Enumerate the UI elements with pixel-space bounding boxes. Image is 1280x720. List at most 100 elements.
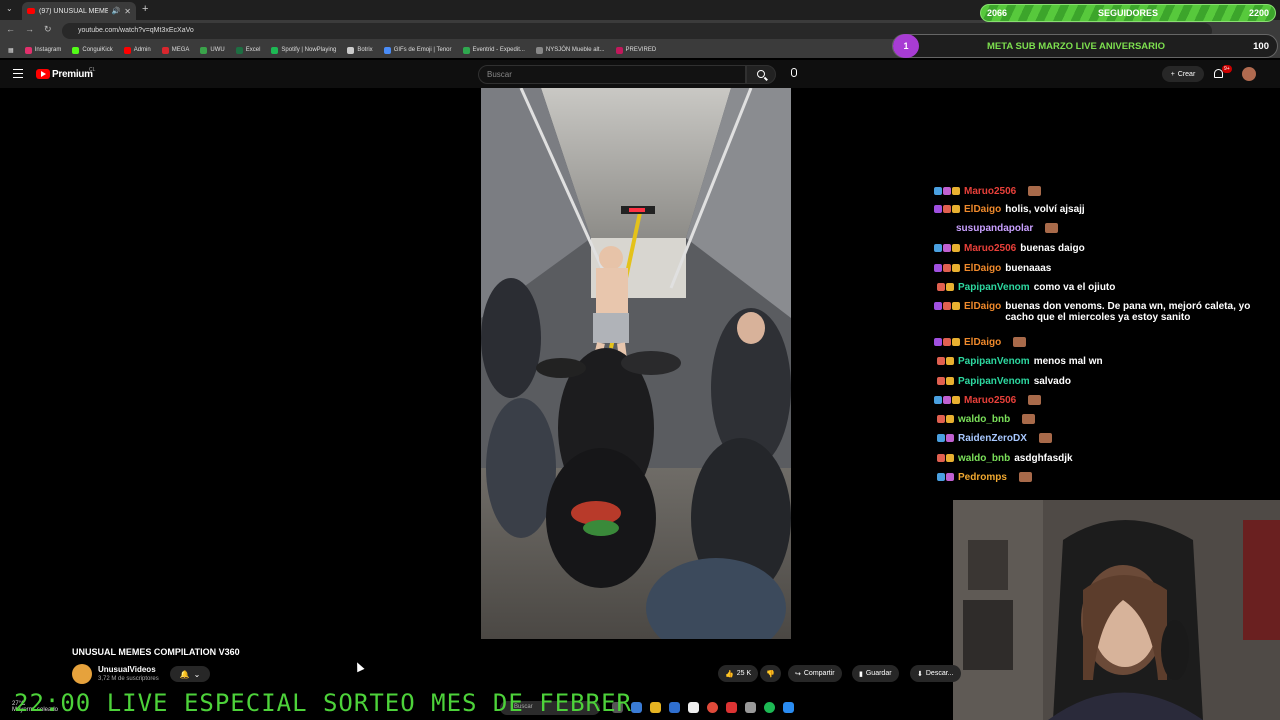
apps-icon[interactable]: ▦ bbox=[8, 47, 14, 54]
chat-text: menos mal wn bbox=[1034, 356, 1103, 367]
chat-username[interactable]: waldo_bnb bbox=[958, 414, 1010, 425]
thumbs-up-icon: 👍 bbox=[725, 670, 734, 678]
badge-icon bbox=[952, 244, 960, 252]
back-icon[interactable]: ← bbox=[6, 24, 15, 35]
badge-icon bbox=[943, 187, 951, 195]
emote-icon bbox=[1028, 186, 1042, 196]
chat-text: asdghfasdjk bbox=[1014, 453, 1072, 464]
emote-icon bbox=[1045, 223, 1059, 233]
plus-icon: + bbox=[1170, 70, 1175, 78]
search-button[interactable] bbox=[746, 65, 776, 84]
user-badges bbox=[934, 186, 960, 195]
spotify-icon[interactable] bbox=[764, 702, 775, 713]
store-icon[interactable] bbox=[669, 702, 680, 713]
youtube-logo-icon[interactable] bbox=[36, 69, 50, 79]
bookmark-favicon-icon bbox=[72, 46, 80, 54]
badge-icon bbox=[952, 396, 960, 404]
new-tab-button[interactable]: + bbox=[142, 3, 148, 15]
sub-goal-bar: 1 META SUB MARZO LIVE ANIVERSARIO 100 bbox=[892, 34, 1278, 58]
tab-title: (97) UNUSUAL MEMES CO... bbox=[39, 7, 108, 15]
bookmark-favicon-icon bbox=[123, 46, 131, 54]
reload-icon[interactable]: ↻ bbox=[44, 24, 52, 35]
bookmark-item[interactable]: NYSJÓN Mueble alt... bbox=[535, 46, 605, 54]
bookmark-label: Botrix bbox=[357, 47, 373, 53]
chrome-icon[interactable] bbox=[707, 702, 718, 713]
chat-username[interactable]: susupandapolar bbox=[956, 223, 1033, 234]
save-button[interactable]: ▮ Guardar bbox=[852, 665, 899, 682]
calendar-icon[interactable] bbox=[688, 702, 699, 713]
bookmark-item[interactable]: Botrix bbox=[347, 46, 373, 54]
create-button[interactable]: + Crear bbox=[1162, 66, 1204, 82]
app-blue-icon[interactable] bbox=[783, 702, 794, 713]
chat-username[interactable]: ElDaigo bbox=[964, 263, 1001, 274]
badge-icon bbox=[946, 283, 954, 291]
channel-name[interactable]: UnusualVideos bbox=[98, 665, 156, 674]
bookmark-item[interactable]: MEGA bbox=[161, 46, 189, 54]
hamburger-menu-icon[interactable] bbox=[13, 69, 23, 78]
close-tab-icon[interactable]: ✕ bbox=[124, 7, 131, 16]
chat-username[interactable]: Maruo2506 bbox=[964, 395, 1016, 406]
chat-username[interactable]: PapipanVenom bbox=[958, 376, 1030, 387]
like-button[interactable]: 👍 25 K bbox=[718, 665, 759, 682]
bookmark-item[interactable]: Instagram bbox=[24, 46, 61, 54]
video-frame-image bbox=[481, 88, 791, 639]
subscriber-count: 3,72 M de suscriptores bbox=[98, 676, 159, 682]
mouse-cursor-icon bbox=[353, 660, 365, 673]
channel-avatar[interactable] bbox=[72, 664, 92, 684]
bookmark-item[interactable]: ConguiKick bbox=[72, 46, 113, 54]
widgets-icon[interactable] bbox=[631, 702, 642, 713]
chat-username[interactable]: RaidenZeroDX bbox=[958, 433, 1027, 444]
file-explorer-icon[interactable] bbox=[650, 702, 661, 713]
badge-icon bbox=[934, 244, 942, 252]
microphone-icon[interactable] bbox=[791, 68, 797, 77]
stream-ticker: 22:00 LIVE ESPECIAL SORTEO MES DE FEBRER bbox=[14, 689, 632, 717]
bookmark-item[interactable]: GIFs de Emoji | Tenor bbox=[383, 46, 452, 54]
save-label: Guardar bbox=[865, 670, 892, 677]
sub-goal-number: 1 bbox=[893, 34, 919, 58]
search-input[interactable]: Buscar bbox=[478, 65, 746, 84]
bookmark-label: NYSJÓN Mueble alt... bbox=[545, 47, 605, 53]
chat-username[interactable]: Pedromps bbox=[958, 472, 1007, 483]
forward-icon[interactable]: → bbox=[25, 24, 34, 35]
chat-username[interactable]: waldo_bnb bbox=[958, 453, 1010, 464]
badge-icon bbox=[946, 454, 954, 462]
search-icon bbox=[757, 70, 765, 78]
app-red-icon[interactable] bbox=[726, 702, 737, 713]
badge-icon bbox=[946, 473, 954, 481]
download-button[interactable]: ⬇ Descar... bbox=[910, 665, 961, 682]
chat-message: Maruo2506 buenas daigo bbox=[934, 243, 1085, 254]
bookmark-item[interactable]: Eventrid - Expedit... bbox=[462, 46, 525, 54]
browser-tab-active[interactable]: (97) UNUSUAL MEMES CO... 🔊 ✕ bbox=[22, 2, 136, 20]
bookmark-item[interactable]: Spotify | NowPlaying bbox=[271, 46, 336, 54]
chat-message: waldo_bnb asdghfasdjk bbox=[937, 453, 1073, 464]
chat-username[interactable]: ElDaigo bbox=[964, 204, 1001, 215]
app-gray-icon[interactable] bbox=[745, 702, 756, 713]
chat-username[interactable]: Maruo2506 bbox=[964, 186, 1016, 197]
chat-message: Pedromps bbox=[937, 472, 1032, 483]
chat-text-line: buenaaas bbox=[1005, 263, 1052, 274]
chat-username[interactable]: ElDaigo bbox=[964, 337, 1001, 348]
video-player[interactable] bbox=[481, 88, 791, 639]
bookmark-item[interactable]: PREVIRED bbox=[615, 46, 656, 54]
account-avatar[interactable] bbox=[1242, 67, 1256, 81]
youtube-brand[interactable]: Premium bbox=[52, 69, 93, 80]
chat-username[interactable]: PapipanVenom bbox=[958, 282, 1030, 293]
youtube-favicon-icon bbox=[27, 8, 35, 14]
streamer-webcam bbox=[953, 500, 1280, 720]
bookmark-item[interactable]: Excel bbox=[235, 46, 260, 54]
audio-icon[interactable]: 🔊 bbox=[112, 7, 121, 15]
dislike-button[interactable]: 👎 bbox=[760, 665, 781, 682]
chat-username[interactable]: Maruo2506 bbox=[964, 243, 1016, 254]
subscription-bell-button[interactable]: 🔔 ⌄ bbox=[170, 666, 210, 682]
bookmark-item[interactable]: Admin bbox=[123, 46, 151, 54]
chat-message: susupandapolar bbox=[952, 223, 1059, 234]
bookmark-favicon-icon bbox=[347, 46, 355, 54]
chat-username[interactable]: ElDaigo bbox=[964, 301, 1001, 312]
tab-list-icon[interactable]: ⌄ bbox=[6, 4, 13, 13]
chat-text-line: como va el ojiuto bbox=[1033, 282, 1116, 293]
bookmark-item[interactable]: UWU bbox=[200, 46, 225, 54]
share-button[interactable]: ↪ Compartir bbox=[788, 665, 842, 682]
create-label: Crear bbox=[1177, 70, 1196, 78]
chat-text: salvado bbox=[1034, 376, 1071, 387]
chat-username[interactable]: PapipanVenom bbox=[958, 356, 1030, 367]
